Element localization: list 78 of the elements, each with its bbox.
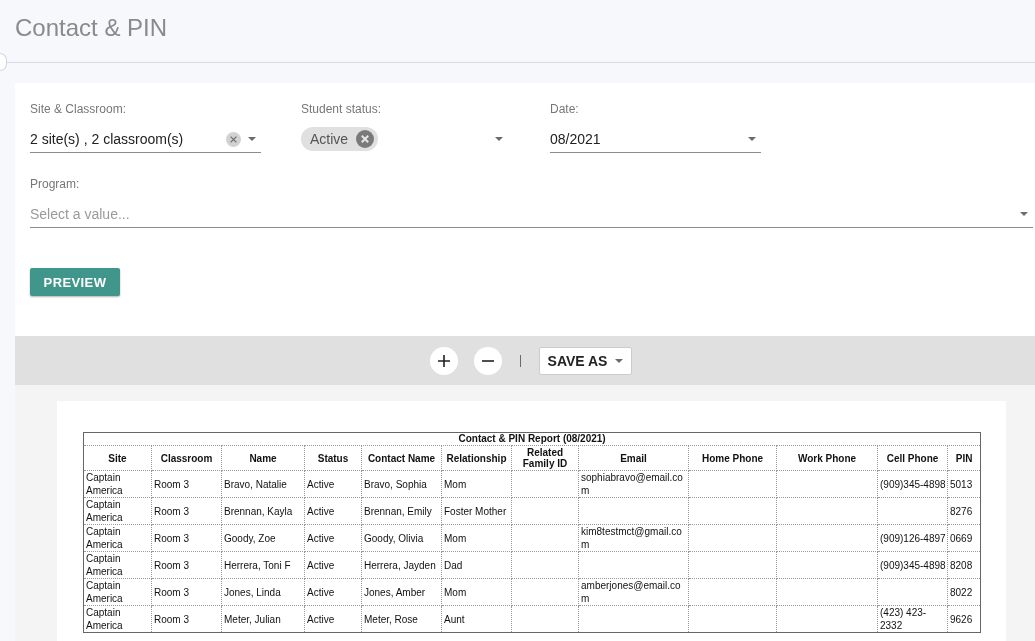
remove-icon[interactable] <box>356 130 375 148</box>
zoom-in-button[interactable] <box>429 346 458 375</box>
table-cell: Active <box>304 605 362 633</box>
caret-icon <box>495 137 503 141</box>
table-cell: Dad <box>441 551 512 579</box>
column-header: Relationship <box>441 445 512 471</box>
preview-button[interactable]: PREVIEW <box>30 268 120 296</box>
table-cell: sophiabravo@email.com <box>578 470 689 498</box>
column-header: Contact Name <box>361 445 442 471</box>
column-header: Work Phone <box>776 445 878 471</box>
filter-chip[interactable]: Active <box>301 127 379 151</box>
column-header: Status <box>304 445 362 471</box>
field-label: Student status: <box>301 102 382 116</box>
dropdown-field[interactable]: 08/2021 <box>550 126 761 153</box>
field-label: Date: <box>550 102 579 116</box>
table-cell: Active <box>304 497 362 525</box>
table-cell: Jones, Amber <box>361 578 442 606</box>
table-cell: Active <box>304 551 362 579</box>
table-cell: Captain America <box>83 497 152 525</box>
caret-icon <box>1020 212 1028 216</box>
table-cell: Jones, Linda <box>221 578 305 606</box>
table-cell: Room 3 <box>151 497 222 525</box>
report-title: Contact & PIN Report (08/2021) <box>83 432 981 446</box>
table-cell: Bravo, Natalie <box>221 470 305 498</box>
table-cell: Room 3 <box>151 470 222 498</box>
field-label: Program: <box>30 177 80 191</box>
table-cell: Meter, Rose <box>361 605 442 633</box>
save-as-button[interactable]: SAVE AS <box>538 346 633 375</box>
dropdown-field[interactable]: 2 site(s) , 2 classroom(s) <box>30 126 261 153</box>
column-header: Related Family ID <box>511 445 579 471</box>
table-cell: Foster Mother <box>441 497 512 525</box>
column-header: Email <box>578 445 689 471</box>
dropdown-field[interactable]: Active <box>301 126 510 153</box>
table-cell: Meter, Julian <box>221 605 305 633</box>
clear-icon[interactable] <box>226 131 241 147</box>
table-cell: Bravo, Sophia <box>361 470 442 498</box>
caret-icon <box>615 358 624 363</box>
table-cell: (909)345-4898 <box>877 551 948 579</box>
table-cell: Captain America <box>83 578 152 606</box>
caret-icon <box>248 137 256 141</box>
table-cell: Active <box>304 470 362 498</box>
table-cell: Room 3 <box>151 578 222 606</box>
table-cell: Captain America <box>83 551 152 579</box>
table-cell: Room 3 <box>151 605 222 633</box>
table-cell: (909)126-4897 <box>877 524 948 552</box>
sidebar-toggle[interactable] <box>0 53 7 71</box>
table-cell: Goody, Zoe <box>221 524 305 552</box>
table-cell: (423) 423-2332 <box>877 605 948 633</box>
column-header: Name <box>221 445 305 471</box>
table-cell: Herrera, Jayden <box>361 551 442 579</box>
table-cell: Captain America <box>83 605 152 633</box>
table-cell: Active <box>304 578 362 606</box>
table-cell: Brennan, Emily <box>361 497 442 525</box>
table-cell: Mom <box>441 470 512 498</box>
plus-icon <box>437 354 450 367</box>
minus-icon <box>481 359 494 362</box>
table-cell: Herrera, Toni F <box>221 551 305 579</box>
zoom-out-button[interactable] <box>473 346 502 375</box>
table-cell: (909)345-4898 <box>877 470 948 498</box>
table-cell: Goody, Olivia <box>361 524 442 552</box>
table-cell: Active <box>304 524 362 552</box>
caret-icon <box>748 137 756 141</box>
field-label: Site & Classroom: <box>30 102 127 116</box>
table-cell: Room 3 <box>151 551 222 579</box>
table-cell: Brennan, Kayla <box>221 497 305 525</box>
table-cell: Room 3 <box>151 524 222 552</box>
column-header: Home Phone <box>688 445 777 471</box>
table-cell: amberjones@email.com <box>578 578 689 606</box>
column-header: Site <box>83 445 152 471</box>
table-cell: Mom <box>441 578 512 606</box>
page-title: Contact & PIN <box>15 13 168 42</box>
table-cell: Captain America <box>83 470 152 498</box>
column-header: Classroom <box>151 445 222 471</box>
table-cell: Mom <box>441 524 512 552</box>
table-cell: Aunt <box>441 605 512 633</box>
column-header: Cell Phone <box>877 445 948 471</box>
table-cell: kim8testmct@gmail.com <box>578 524 689 552</box>
table-cell: Captain America <box>83 524 152 552</box>
